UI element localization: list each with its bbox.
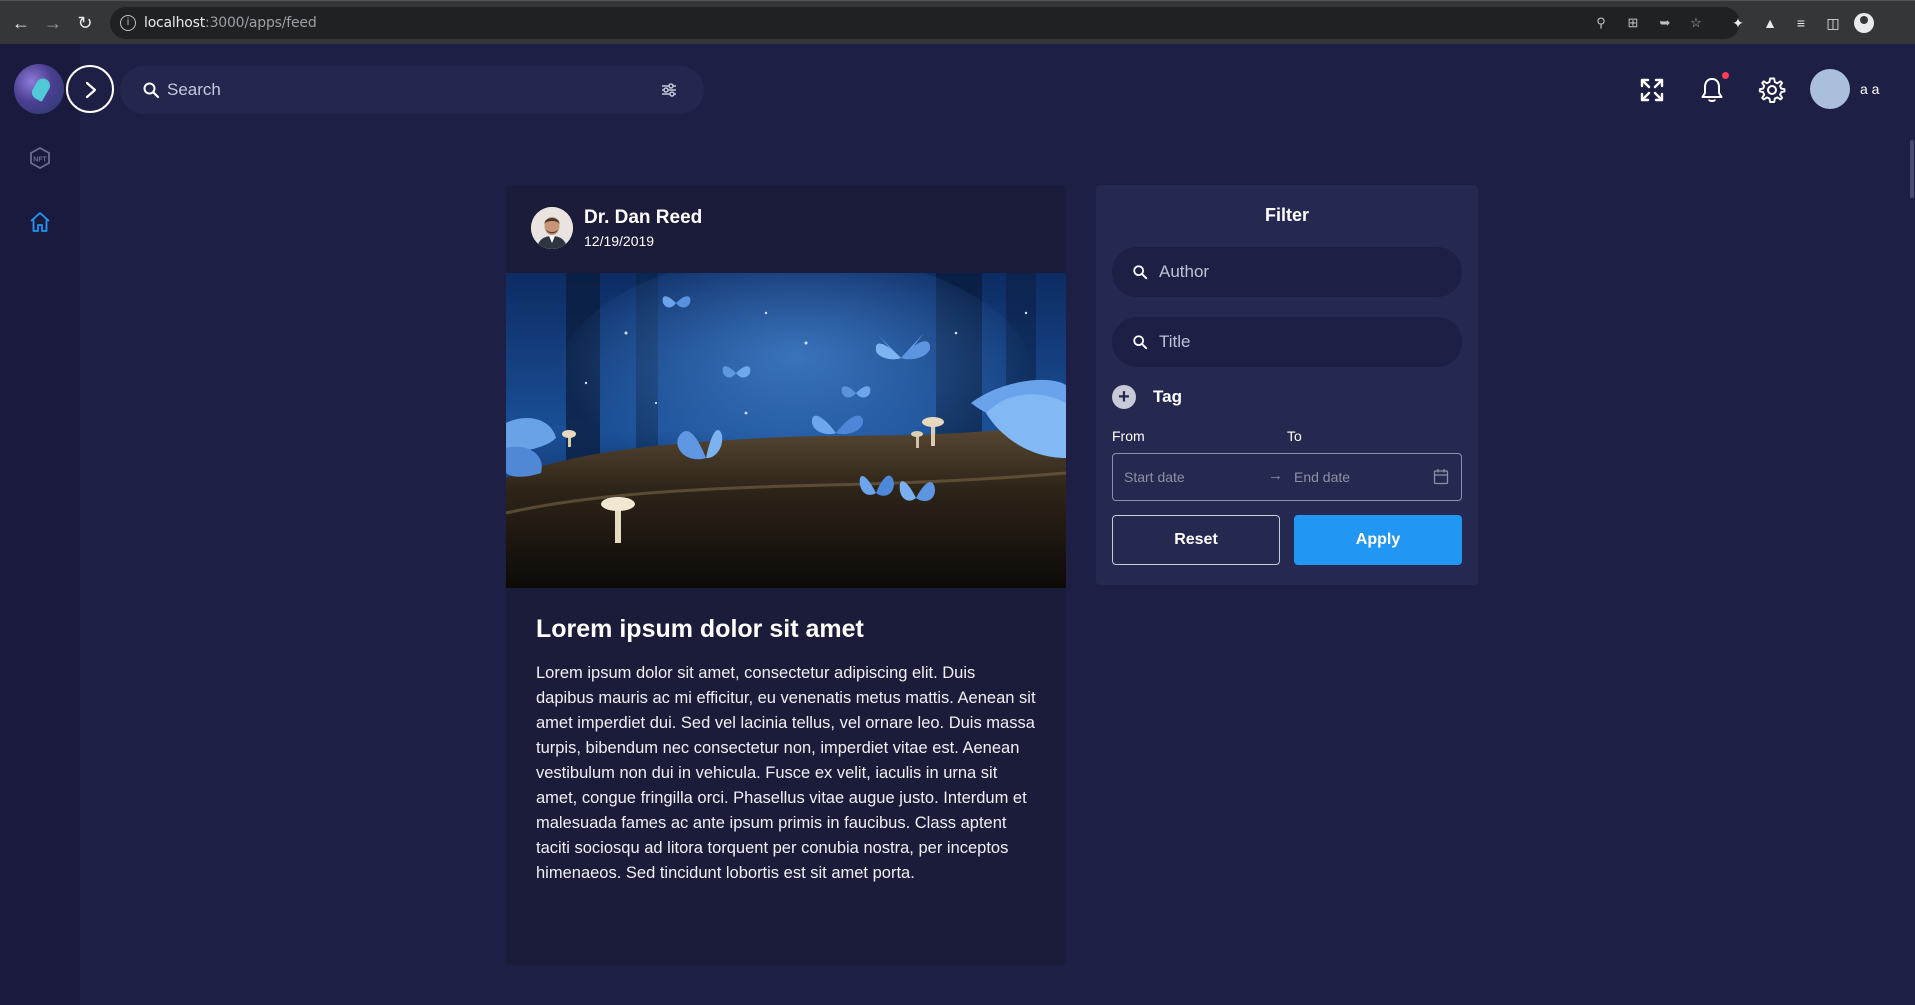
butterflies-forest-image — [506, 273, 1066, 588]
author-placeholder: Author — [1159, 262, 1210, 281]
title-filter-input[interactable]: Title — [1112, 317, 1462, 367]
reading-list-icon[interactable]: ≡ — [1791, 13, 1811, 33]
from-label: From — [1112, 428, 1145, 444]
tag-label: Tag — [1153, 387, 1182, 406]
search-icon — [1133, 335, 1148, 350]
sidebar: NFT — [0, 44, 80, 1005]
fullscreen-icon[interactable] — [1638, 76, 1666, 104]
share-icon[interactable]: ➥ — [1657, 15, 1673, 31]
post-date: 12/19/2019 — [584, 233, 655, 249]
post-body-text: Lorem ipsum dolor sit amet, consectetur … — [536, 664, 1036, 882]
title-placeholder: Title — [1159, 332, 1191, 351]
reset-button[interactable]: Reset — [1112, 515, 1280, 565]
start-date-input[interactable]: Start date — [1124, 469, 1185, 485]
notification-badge — [1722, 72, 1729, 79]
user-avatar[interactable] — [1810, 69, 1850, 109]
end-date-input[interactable]: End date — [1294, 469, 1350, 485]
date-range-picker[interactable]: Start date → End date — [1112, 453, 1462, 501]
reload-icon[interactable]: ↻ — [74, 12, 96, 34]
back-icon[interactable]: ← — [10, 12, 32, 34]
browser-toolbar: ← → ↻ i localhost:3000/apps/feed ⚲ ⊞ ➥ ☆… — [0, 0, 1915, 44]
post-author-name[interactable]: Dr. Dan Reed — [584, 207, 702, 229]
expand-sidebar-button[interactable] — [66, 65, 114, 113]
filter-sliders-icon[interactable] — [660, 82, 678, 98]
author-photo — [531, 207, 573, 249]
bookmark-star-icon[interactable]: ☆ — [1688, 15, 1704, 31]
post-image[interactable] — [506, 273, 1066, 588]
calendar-icon[interactable] — [1433, 468, 1449, 485]
browser-profile-icon[interactable] — [1854, 13, 1874, 33]
post-title[interactable]: Lorem ipsum dolor sit amet — [536, 615, 864, 644]
chevron-right-icon — [85, 81, 97, 99]
author-avatar[interactable] — [531, 207, 573, 249]
site-info-icon[interactable]: i — [120, 15, 136, 31]
side-panel-icon[interactable]: ◫ — [1823, 13, 1843, 33]
notification-bell-icon[interactable] — [1698, 76, 1726, 104]
filter-panel: Filter Author Title + Tag From To Start … — [1096, 185, 1478, 585]
address-bar[interactable]: i localhost:3000/apps/feed ⚲ ⊞ ➥ ☆ — [110, 7, 1740, 39]
arrow-right-icon: → — [1268, 467, 1283, 484]
extension-flask-icon[interactable]: ▲ — [1760, 13, 1780, 33]
filter-title: Filter — [1264, 205, 1309, 225]
app-logo[interactable] — [14, 64, 64, 114]
extensions-puzzle-icon[interactable]: ✦ — [1728, 13, 1748, 33]
svg-text:NFT: NFT — [33, 157, 47, 164]
settings-gear-icon[interactable] — [1758, 76, 1786, 104]
search-bar[interactable]: Search — [120, 66, 704, 114]
forward-icon[interactable]: → — [42, 12, 64, 34]
search-icon — [1133, 265, 1148, 280]
install-icon[interactable]: ⊞ — [1625, 15, 1641, 31]
plus-circle-icon: + — [1112, 385, 1136, 409]
search-input[interactable]: Search — [167, 80, 221, 100]
key-icon[interactable]: ⚲ — [1593, 15, 1609, 31]
search-icon — [143, 82, 160, 99]
home-icon[interactable] — [28, 210, 52, 234]
user-name[interactable]: a a — [1860, 81, 1879, 97]
to-label: To — [1287, 428, 1302, 444]
author-filter-input[interactable]: Author — [1112, 247, 1462, 297]
nft-hexagon-icon[interactable]: NFT — [28, 146, 52, 170]
apply-button[interactable]: Apply — [1294, 515, 1462, 565]
feed-post-card: Dr. Dan Reed 12/19/2019 Lorem ipsum dolo… — [506, 185, 1066, 965]
page-scrollbar[interactable] — [1910, 140, 1914, 198]
url-text[interactable]: localhost:3000/apps/feed — [144, 15, 317, 31]
